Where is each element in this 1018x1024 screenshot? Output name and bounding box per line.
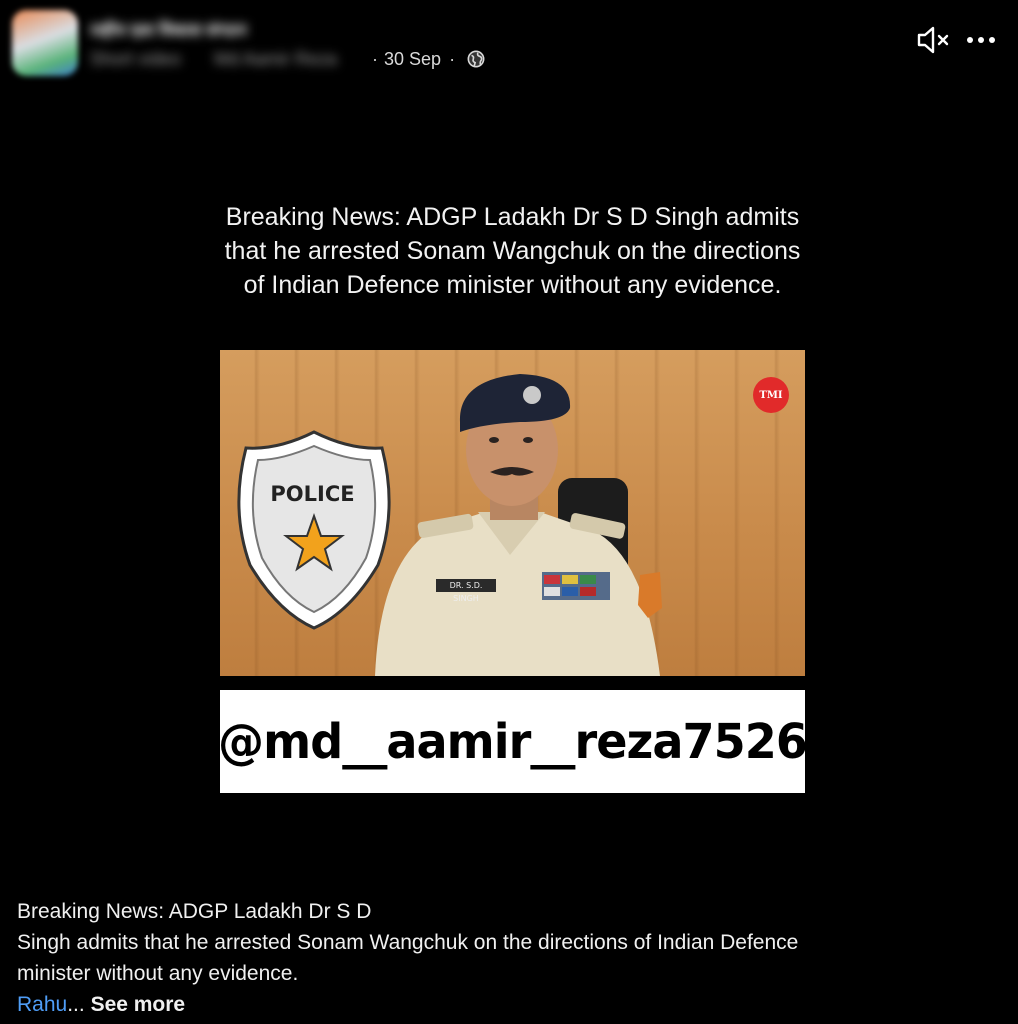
post-date[interactable]: 30 Sep bbox=[384, 49, 441, 70]
globe-icon[interactable] bbox=[467, 50, 485, 68]
video-player[interactable]: Breaking News: ADGP Ladakh Dr S D Singh … bbox=[0, 190, 1018, 810]
post-type-label: Short video bbox=[90, 48, 182, 69]
original-author-link[interactable]: Md Aamir Reza bbox=[214, 49, 364, 70]
caption-ellipsis: ... bbox=[67, 993, 85, 1016]
caption-line-last: Rahu... See more bbox=[17, 989, 977, 1020]
mute-toggle-button[interactable] bbox=[915, 24, 951, 56]
post-caption: Breaking News: ADGP Ladakh Dr S D Singh … bbox=[17, 896, 977, 1020]
more-options-button[interactable] bbox=[964, 26, 998, 54]
post-meta: Short video Md Aamir Reza · 30 Sep · bbox=[90, 46, 485, 72]
police-badge-graphic bbox=[237, 430, 391, 630]
caption-line: Breaking News: ADGP Ladakh Dr S D bbox=[17, 900, 372, 923]
meta-separator: · bbox=[372, 48, 378, 69]
video-frame[interactable]: POLICE DR. S.D. SINGH TMI bbox=[220, 350, 805, 676]
caption-line: Singh admits that he arrested Sonam Wang… bbox=[17, 931, 799, 954]
meta-separator: · bbox=[449, 48, 456, 69]
author-avatar[interactable] bbox=[12, 10, 78, 76]
author-name[interactable]: राष्ट्रीय युवा विकास संगठन bbox=[90, 18, 325, 38]
officer-name-tag: DR. S.D. SINGH bbox=[436, 579, 496, 603]
police-badge-label: POLICE bbox=[270, 482, 355, 506]
mention-link[interactable]: Rahu bbox=[17, 993, 67, 1016]
caption-line: minister without any evidence. bbox=[17, 962, 299, 985]
video-overlay-headline: Breaking News: ADGP Ladakh Dr S D Singh … bbox=[224, 203, 801, 299]
see-more-link[interactable]: See more bbox=[91, 993, 186, 1016]
creator-handle: @md__aamir__reza7526 bbox=[218, 713, 808, 770]
handle-banner: @md__aamir__reza7526 bbox=[218, 690, 808, 793]
channel-logo: TMI bbox=[753, 377, 789, 413]
speaker-muted-icon bbox=[917, 26, 949, 54]
video-scene bbox=[237, 374, 662, 676]
post-header: राष्ट्रीय युवा विकास संगठन Short video M… bbox=[0, 0, 1018, 90]
more-horizontal-icon bbox=[967, 37, 995, 43]
